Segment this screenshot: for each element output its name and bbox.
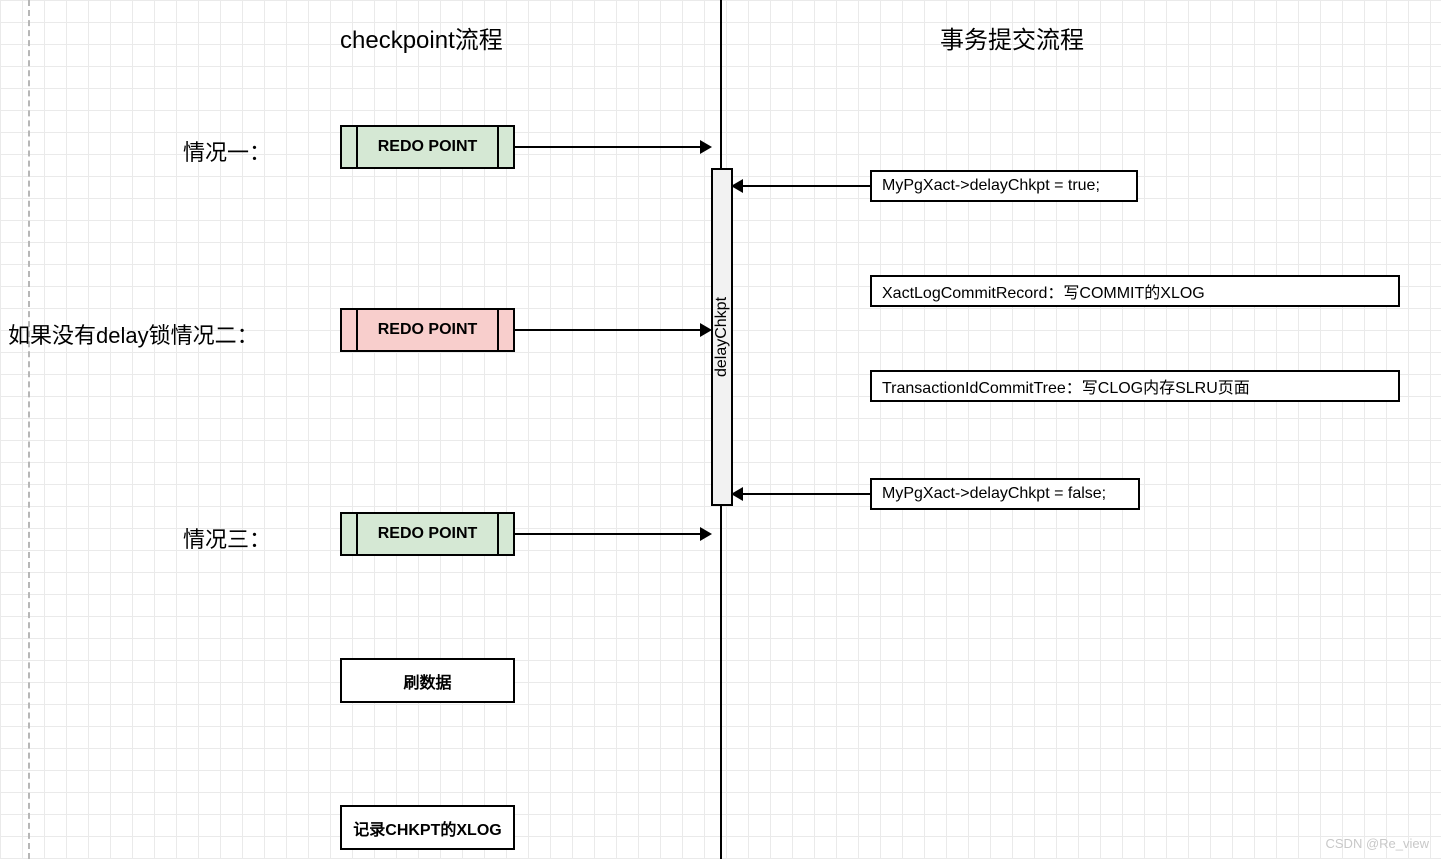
delay-true-text: MyPgXact->delayChkpt = true; [882,177,1100,195]
redo-point-text: REDO POINT [378,525,478,543]
title-right: 事务提交流程 [940,20,1084,55]
case1-label: 情况一： [183,135,271,167]
redo-point-text: REDO POINT [378,138,478,156]
title-left: checkpoint流程 [340,20,503,55]
redo-inner-right [497,308,499,352]
left-dashed-line [28,0,30,859]
record-chkpt-text: 记录CHKPT的XLOG [353,816,501,840]
redo-point-case1: REDO POINT [340,125,515,169]
arrow-case2 [515,329,710,331]
delay-false-box: MyPgXact->delayChkpt = false; [870,478,1140,510]
arrow-delay-false [733,493,870,495]
xact-log-text: XactLogCommitRecord：写COMMIT的XLOG [882,279,1205,303]
redo-inner-left [356,308,358,352]
arrow-delay-true [733,185,870,187]
xact-log-box: XactLogCommitRecord：写COMMIT的XLOG [870,275,1400,307]
case3-label: 情况三： [183,522,271,554]
redo-inner-left [356,125,358,169]
txn-id-commit-text: TransactionIdCommitTree：写CLOG内存SLRU页面 [882,374,1250,398]
delay-chkpt-bar: delayChkpt [711,168,733,506]
flush-data-box: 刷数据 [340,658,515,703]
redo-point-text: REDO POINT [378,321,478,339]
redo-point-case2: REDO POINT [340,308,515,352]
flush-data-text: 刷数据 [403,669,451,693]
redo-inner-right [497,512,499,556]
delay-true-box: MyPgXact->delayChkpt = true; [870,170,1138,202]
record-chkpt-box: 记录CHKPT的XLOG [340,805,515,850]
redo-point-case3: REDO POINT [340,512,515,556]
delay-false-text: MyPgXact->delayChkpt = false; [882,485,1106,503]
case2-label: 如果没有delay锁情况二： [8,318,259,350]
delay-chkpt-text: delayChkpt [713,297,731,377]
redo-inner-left [356,512,358,556]
arrow-case3 [515,533,710,535]
txn-id-commit-box: TransactionIdCommitTree：写CLOG内存SLRU页面 [870,370,1400,402]
arrow-case1 [515,146,710,148]
watermark: CSDN @Re_view [1326,836,1430,851]
redo-inner-right [497,125,499,169]
